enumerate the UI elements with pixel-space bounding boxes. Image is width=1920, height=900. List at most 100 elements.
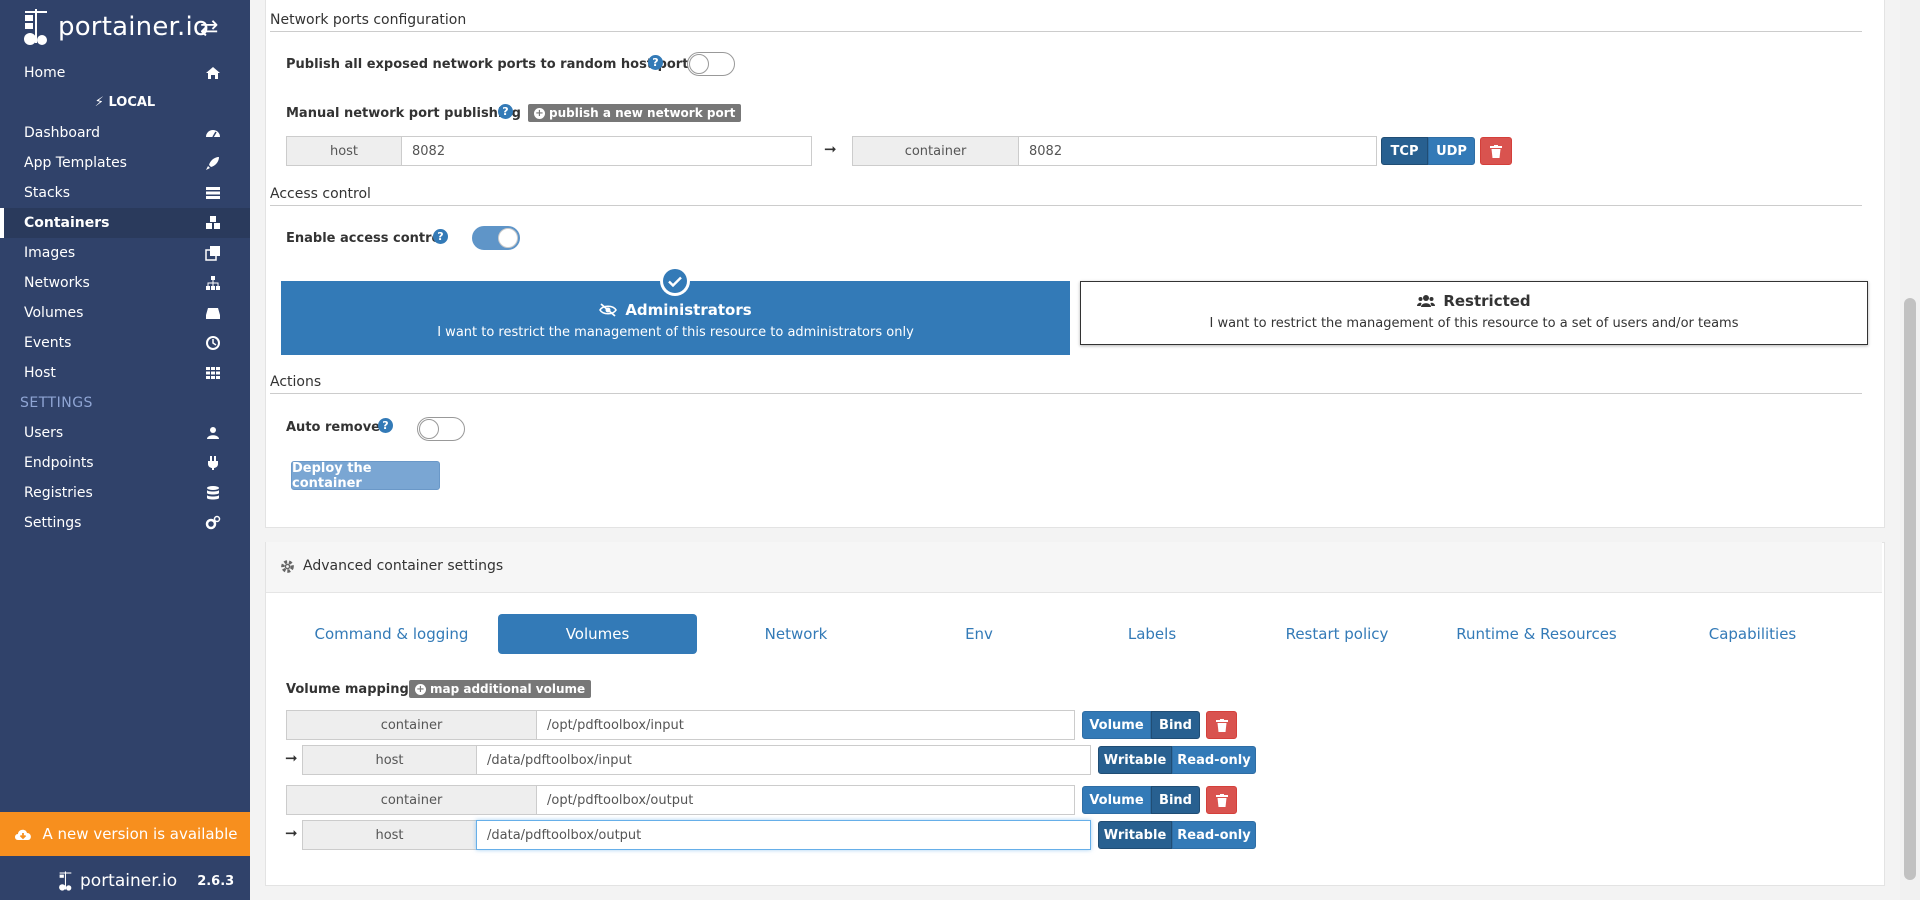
long-arrow-right-icon: ➞ xyxy=(285,824,298,842)
selected-check-badge xyxy=(660,266,690,296)
sidebar-item-label: Home xyxy=(24,65,66,81)
sidebar-item-label: Users xyxy=(24,425,64,441)
sidebar-item-label: Networks xyxy=(24,275,90,291)
access-control-toggle[interactable] xyxy=(472,226,520,250)
sidebar-item-app-templates[interactable]: App Templates xyxy=(0,148,250,178)
volume-readonly-button[interactable]: Read-only xyxy=(1172,821,1256,849)
users-icon xyxy=(1417,295,1436,307)
remove-port-button[interactable] xyxy=(1480,137,1512,165)
volume-type-volume-button[interactable]: Volume xyxy=(1082,711,1151,739)
publish-all-toggle[interactable] xyxy=(687,52,735,76)
sidebar-item-label: App Templates xyxy=(24,155,127,171)
tab-labels[interactable]: Labels xyxy=(1068,614,1236,654)
sidebar-item-registries[interactable]: Registries xyxy=(0,478,250,508)
tab-env[interactable]: Env xyxy=(895,614,1063,654)
sidebar-item-events[interactable]: Events xyxy=(0,328,250,358)
sitemap-icon xyxy=(206,276,220,290)
remove-volume-button[interactable] xyxy=(1206,711,1237,739)
sidebar-item-containers[interactable]: Containers xyxy=(0,208,250,238)
volume-readonly-button[interactable]: Read-only xyxy=(1172,746,1256,774)
settings-header: SETTINGS xyxy=(20,395,93,411)
container-port-addon: container xyxy=(852,136,1019,166)
th-icon xyxy=(206,367,220,379)
publish-new-port-button[interactable]: + publish a new network port xyxy=(528,104,742,122)
sidebar-item-label: Dashboard xyxy=(24,125,100,141)
long-arrow-right-icon: ➞ xyxy=(824,140,837,158)
administrators-title: Administrators xyxy=(625,301,752,319)
sidebar-item-images[interactable]: Images xyxy=(0,238,250,268)
tab-capabilities[interactable]: Capabilities xyxy=(1650,614,1855,654)
footer-brand-name: portainer.io xyxy=(80,871,178,891)
eye-slash-icon xyxy=(599,303,618,317)
tab-command-logging[interactable]: Command & logging xyxy=(300,614,483,654)
sidebar-item-volumes[interactable]: Volumes xyxy=(0,298,250,328)
sidebar-item-home[interactable]: Home xyxy=(0,58,250,88)
help-icon[interactable]: ? xyxy=(433,229,448,244)
access-restricted-option[interactable]: Restricted I want to restrict the manage… xyxy=(1080,281,1868,345)
long-arrow-right-icon: ➞ xyxy=(285,749,298,767)
help-icon[interactable]: ? xyxy=(498,104,513,119)
footer-brand: portainer.io 2.6.3 xyxy=(58,868,234,894)
host-port-addon: host xyxy=(286,136,402,166)
history-icon xyxy=(206,336,220,350)
sidebar-item-users[interactable]: Users xyxy=(0,418,250,448)
deploy-container-button[interactable]: Deploy the container xyxy=(291,461,440,491)
volume-writable-button[interactable]: Writable xyxy=(1098,746,1172,774)
volume-type-bind-button[interactable]: Bind xyxy=(1151,786,1200,814)
plug-icon: ⚡ xyxy=(94,95,104,110)
protocol-tcp-button[interactable]: TCP xyxy=(1381,137,1428,165)
check-icon xyxy=(663,269,687,293)
volume-mapping-label: Volume mapping xyxy=(286,682,409,697)
brand-logo[interactable]: portainer.io xyxy=(22,6,209,48)
toggle-knob xyxy=(419,419,439,439)
cloud-download-icon xyxy=(14,829,31,840)
cubes-icon xyxy=(206,216,220,229)
volume-writable-button[interactable]: Writable xyxy=(1098,821,1172,849)
toggle-knob xyxy=(689,54,709,74)
sidebar-item-label: Images xyxy=(24,245,76,261)
sidebar-item-networks[interactable]: Networks xyxy=(0,268,250,298)
advanced-settings-header xyxy=(266,542,1882,593)
sidebar-item-stacks[interactable]: Stacks xyxy=(0,178,250,208)
sidebar-item-label: Stacks xyxy=(24,185,71,201)
volume-container-addon: container xyxy=(286,710,537,740)
portainer-logo-icon xyxy=(24,9,47,45)
volume-host-path-input[interactable]: /data/pdftoolbox/output xyxy=(476,820,1091,850)
help-icon[interactable]: ? xyxy=(378,418,393,433)
volume-container-addon: container xyxy=(286,785,537,815)
restricted-title: Restricted xyxy=(1443,292,1531,310)
hdd-icon xyxy=(206,308,220,319)
help-icon[interactable]: ? xyxy=(648,55,663,70)
host-port-input[interactable]: 8082 xyxy=(401,136,812,166)
sidebar-item-dashboard[interactable]: Dashboard xyxy=(0,118,250,148)
tab-restart-policy[interactable]: Restart policy xyxy=(1251,614,1423,654)
update-banner[interactable]: A new version is available xyxy=(0,812,250,856)
sidebar-item-settings[interactable]: Settings xyxy=(0,508,250,538)
scrollbar-thumb[interactable] xyxy=(1904,298,1916,880)
volume-container-path-input[interactable]: /opt/pdftoolbox/output xyxy=(536,785,1075,815)
sidebar-item-endpoints[interactable]: Endpoints xyxy=(0,448,250,478)
sidebar-item-label: Host xyxy=(24,365,56,381)
trash-icon xyxy=(1215,793,1228,807)
volume-host-path-input[interactable]: /data/pdftoolbox/input xyxy=(476,745,1091,775)
th-list-icon xyxy=(206,187,220,199)
auto-remove-toggle[interactable] xyxy=(417,417,465,441)
volume-type-volume-button[interactable]: Volume xyxy=(1082,786,1151,814)
tab-runtime-resources[interactable]: Runtime & Resources xyxy=(1438,614,1635,654)
sidebar: portainer.io ⇄ Home ⚡ LOCAL Dashboard Ap… xyxy=(0,0,250,900)
tab-network[interactable]: Network xyxy=(712,614,880,654)
sidebar-toggle-icon[interactable]: ⇄ xyxy=(200,16,218,41)
users-icon xyxy=(207,427,219,439)
volume-container-path-input[interactable]: /opt/pdftoolbox/input xyxy=(536,710,1075,740)
toggle-knob xyxy=(498,228,518,248)
volume-type-bind-button[interactable]: Bind xyxy=(1151,711,1200,739)
map-additional-volume-button[interactable]: + map additional volume xyxy=(409,680,592,698)
sidebar-item-host[interactable]: Host xyxy=(0,358,250,388)
dashboard-icon xyxy=(206,130,220,138)
protocol-udp-button[interactable]: UDP xyxy=(1428,137,1475,165)
tab-volumes[interactable]: Volumes xyxy=(498,614,697,654)
remove-volume-button[interactable] xyxy=(1206,786,1237,814)
container-port-input[interactable]: 8082 xyxy=(1018,136,1377,166)
sidebar-item-label: Containers xyxy=(24,215,110,231)
portainer-logo-icon xyxy=(59,871,72,891)
